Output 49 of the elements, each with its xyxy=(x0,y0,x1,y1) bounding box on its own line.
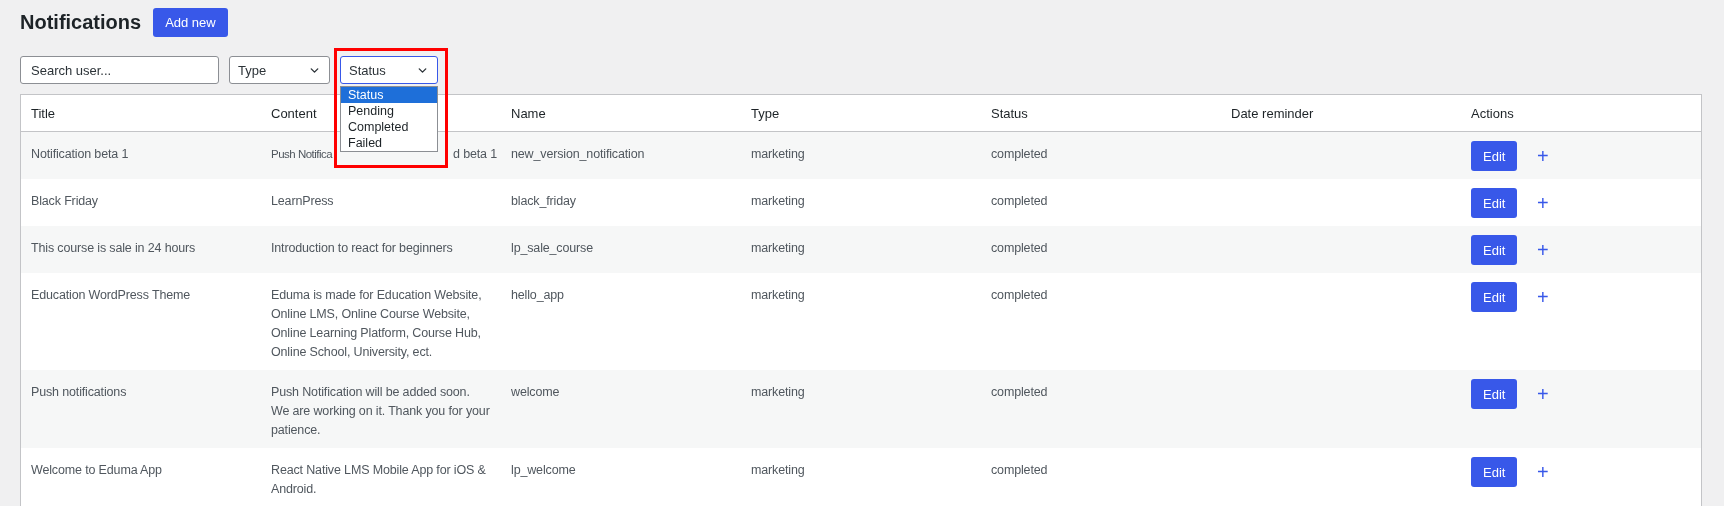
table-cell-text: lp_welcome xyxy=(511,462,577,479)
table-cell-text: Welcome to Eduma App xyxy=(31,462,163,479)
edit-button[interactable]: Edit xyxy=(1471,379,1517,409)
edit-button[interactable]: Edit xyxy=(1471,141,1517,171)
search-field[interactable]: Search user... xyxy=(20,56,219,84)
add-button[interactable]: + xyxy=(1531,384,1555,404)
table-cell-text: Push Notification will be added soon. We are working on it. Thank you for your patience. xyxy=(271,384,491,439)
table-cell-text: completed xyxy=(991,287,1049,304)
edit-button[interactable]: Edit xyxy=(1471,188,1517,218)
table-cell-text: marketing xyxy=(751,193,806,210)
table-cell-text: React Native LMS Mobile App for iOS & Android. xyxy=(271,462,487,498)
table-cell-text: lp_sale_course xyxy=(511,240,594,257)
table-cell-text: Introduction to react for beginners xyxy=(271,240,454,257)
table-cell-text: completed xyxy=(991,384,1049,401)
add-button[interactable]: + xyxy=(1531,287,1555,307)
status-select[interactable]: Status xyxy=(340,56,438,84)
edit-button[interactable]: Edit xyxy=(1471,235,1517,265)
table-cell-text: Notification beta 1 xyxy=(31,146,130,163)
table-cell-text: marketing xyxy=(751,240,806,257)
table-cell-text: Education WordPress Theme xyxy=(31,287,192,304)
table-cell-text: new_version_notification xyxy=(511,146,646,163)
table-cell-text: Eduma is made for Education Website, Online LMS, Online Course Website, Online Learning Platform, Course Hub, Online School, University, ect. xyxy=(271,287,483,361)
edit-button[interactable]: Edit xyxy=(1471,282,1517,312)
table-cell-text: LearnPress xyxy=(271,193,335,210)
table-cell-text: This course is sale in 24 hours xyxy=(31,240,197,257)
table-cell-text: welcome xyxy=(511,384,561,401)
edit-button[interactable]: Edit xyxy=(1471,457,1517,487)
table-cell-text: marketing xyxy=(751,146,806,163)
table-cell-text: marketing xyxy=(751,287,806,304)
add-button[interactable]: + xyxy=(1531,193,1555,213)
table-cell-text: completed xyxy=(991,146,1049,163)
add-button[interactable]: + xyxy=(1531,146,1555,166)
page-title: Notifications xyxy=(20,10,142,34)
table-cell-text: marketing xyxy=(751,384,806,401)
table-cell-text: hello_app xyxy=(511,287,565,304)
table-cell-text: completed xyxy=(991,240,1049,257)
table-cell-text: Push Notifica xyxy=(271,147,333,162)
table-cell-text: black_friday xyxy=(511,193,577,210)
table-cell-text: completed xyxy=(991,462,1049,479)
add-button[interactable]: + xyxy=(1531,462,1555,482)
table-cell-text: Black Friday xyxy=(31,193,99,210)
table-cell-text: d beta 1 xyxy=(453,146,497,163)
table-cell-text: Push notifications xyxy=(31,384,128,401)
status-option[interactable]: Status xyxy=(341,87,437,103)
table-cell-text: completed xyxy=(991,193,1049,210)
add-new-button[interactable]: Add new xyxy=(153,7,228,37)
table-cell-text: marketing xyxy=(751,462,806,479)
add-button[interactable]: + xyxy=(1531,240,1555,260)
type-select[interactable]: Type xyxy=(229,56,330,84)
